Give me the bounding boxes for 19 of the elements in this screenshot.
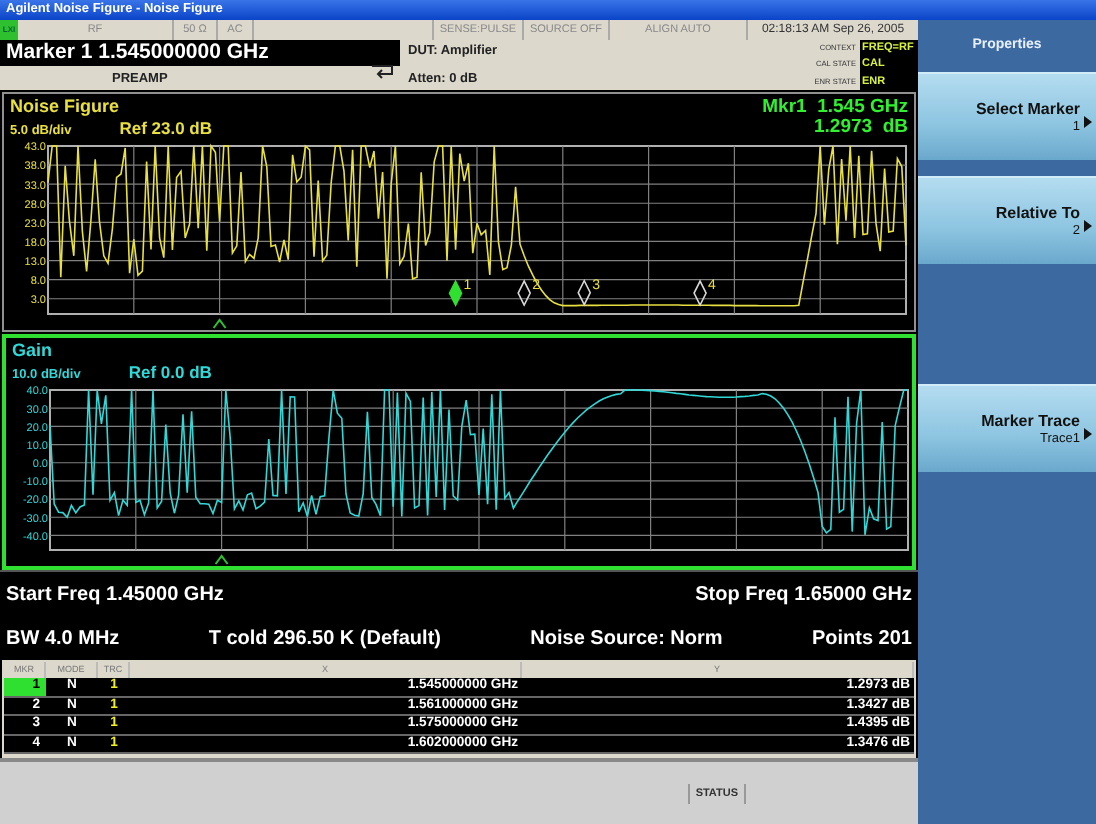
start-frequency: Start Freq 1.45000 GHz [6, 583, 224, 605]
return-icon [370, 64, 394, 80]
arrow-icon [1084, 116, 1092, 128]
marker-readout: Mkr1 1.545 GHz [762, 98, 908, 118]
ref-level-label: Ref 0.0 dB [128, 362, 212, 384]
setting-label: Points 201 [811, 627, 912, 649]
marker-readout: 1.2973 dB [812, 118, 908, 138]
stop-frequency: Stop Freq 1.65000 GHz [695, 583, 912, 605]
setting-label: T cold 296.50 K (Default) [208, 627, 441, 649]
graph-title: Gain [12, 338, 55, 362]
setting-label: BW 4.0 MHz [6, 627, 120, 649]
setting-label: Noise Source: Norm [530, 627, 723, 649]
ref-level-label: Ref 23.0 dB [119, 118, 213, 140]
caret-icon [214, 554, 229, 565]
graph-title: Noise Figure [10, 94, 122, 118]
arrow-icon [1084, 220, 1092, 232]
caret-icon [212, 318, 227, 329]
active-function: Marker 1 1.545000000 GHz [0, 40, 400, 66]
arrow-icon [1084, 428, 1092, 440]
